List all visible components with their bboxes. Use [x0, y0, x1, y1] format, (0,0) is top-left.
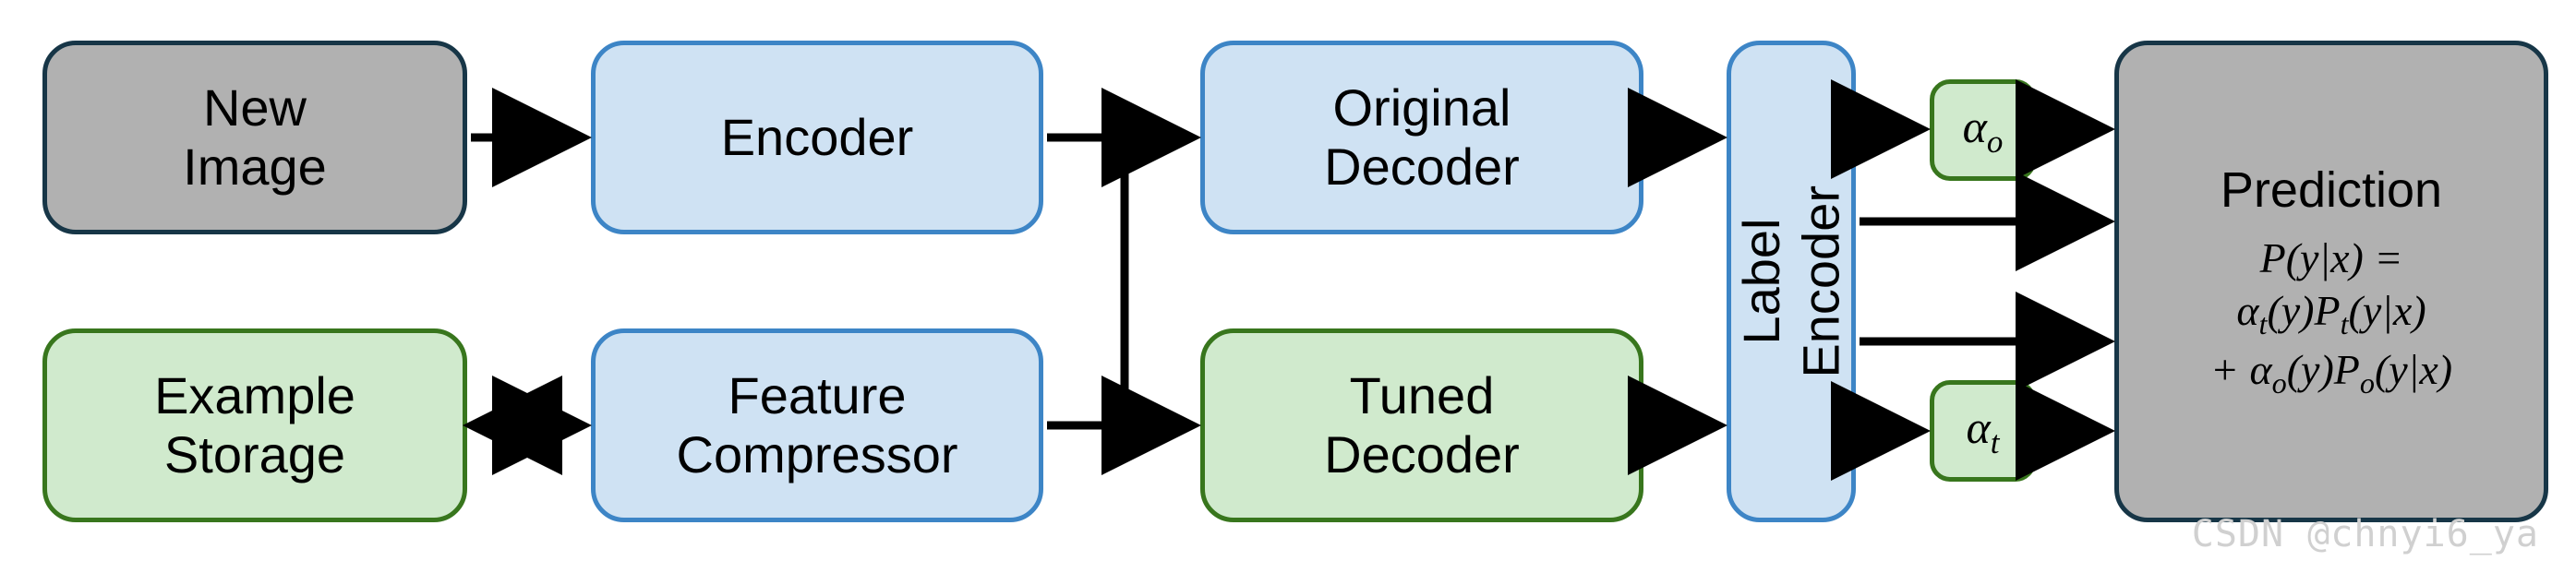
node-original-decoder: OriginalDecoder	[1200, 41, 1643, 234]
node-encoder: Encoder	[591, 41, 1043, 234]
node-tuned-decoder: TunedDecoder	[1200, 328, 1643, 522]
label: TunedDecoder	[1324, 366, 1520, 485]
watermark: CSDN @chnyi6_ya	[2192, 513, 2539, 555]
node-example-storage: ExampleStorage	[42, 328, 467, 522]
label: ExampleStorage	[154, 366, 355, 485]
node-label-encoder: LabelEncoder	[1727, 41, 1856, 522]
label: αo	[1963, 100, 2004, 161]
prediction-eq2: αt(y)Pt(y|x)	[2236, 284, 2426, 342]
label: FeatureCompressor	[677, 366, 958, 485]
node-feature-compressor: FeatureCompressor	[591, 328, 1043, 522]
label: NewImage	[183, 78, 327, 197]
node-alpha-o: αo	[1930, 79, 2036, 181]
node-alpha-t: αt	[1930, 380, 2036, 482]
label: αt	[1967, 400, 2000, 461]
node-prediction: Prediction P(y|x) = αt(y)Pt(y|x) + αo(y)…	[2114, 41, 2548, 522]
prediction-eq1: P(y|x) =	[2260, 232, 2403, 285]
label: LabelEncoder	[1732, 185, 1851, 378]
node-new-image: NewImage	[42, 41, 467, 234]
prediction-eq3: + αo(y)Po(y|x)	[2210, 343, 2452, 401]
label: OriginalDecoder	[1324, 78, 1520, 197]
prediction-title: Prediction	[2221, 161, 2442, 219]
label: Encoder	[721, 108, 914, 167]
